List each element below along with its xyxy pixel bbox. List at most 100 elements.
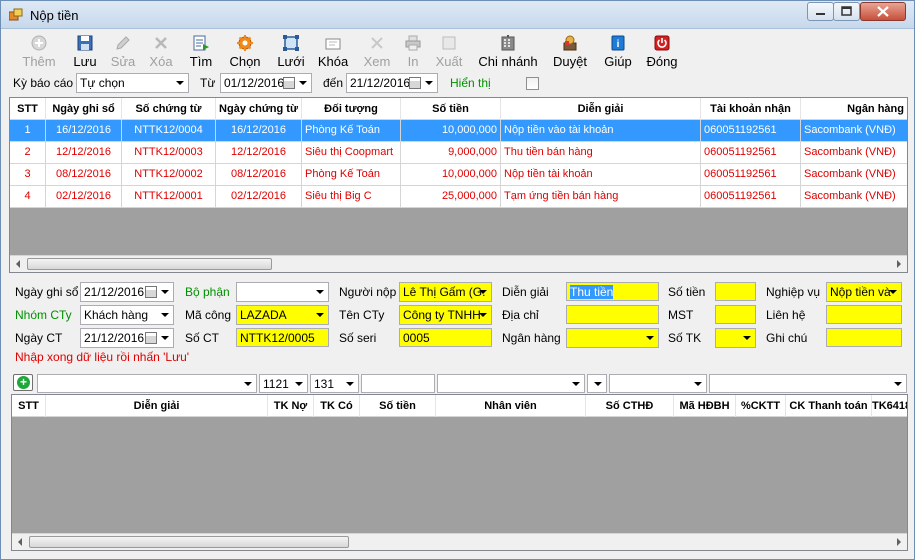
col-bank[interactable]: Ngân hàng [801,98,907,120]
col-doc-date[interactable]: Ngày chứng từ [216,98,302,120]
edit-button[interactable]: Sửa [107,31,139,71]
delete-icon [155,37,167,49]
chevron-down-icon [161,336,169,340]
col-description[interactable]: Diễn giải [46,395,268,417]
close-window-button[interactable] [860,2,906,21]
help-button[interactable]: i Giúp [601,31,635,71]
detail-grid-hscroll[interactable] [12,533,907,550]
col-amount[interactable]: Số tiền [401,98,501,120]
detail-extra-select[interactable] [709,374,907,393]
table-row[interactable]: 1 16/12/2016 NTTK12/0004 16/12/2016 Phòn… [10,120,907,142]
save-button[interactable]: Lưu [69,31,101,71]
scroll-left-icon[interactable] [18,538,22,546]
lock-button[interactable]: Khóa [315,31,351,71]
minimize-button[interactable] [807,2,834,21]
col-posting-date[interactable]: Ngày ghi sổ [46,98,122,120]
col-tk6418[interactable]: TK6418 [872,395,907,417]
company-code-select[interactable]: LAZADA [236,305,329,325]
serial-input[interactable]: 0005 [399,328,492,347]
cell-description: Nộp tiền vào tài khoản [501,120,701,142]
scroll-right-icon[interactable] [897,538,901,546]
description-input[interactable]: Thu tiền [566,282,659,301]
invoice-no-select[interactable] [587,374,607,393]
payer-select[interactable]: Lê Thị Gấm (G. [399,282,492,302]
col-credit-account[interactable]: TK Có [314,395,360,417]
col-stt[interactable]: STT [12,395,46,417]
tax-code-input[interactable] [715,305,756,324]
employee-select[interactable] [437,374,585,393]
close-button[interactable]: Đóng [643,31,681,71]
bank-select[interactable] [566,328,659,348]
table-row[interactable]: 3 08/12/2016 NTTK12/0002 08/12/2016 Phòn… [10,164,907,186]
add-detail-button[interactable]: + [13,374,33,391]
from-label: Từ [200,76,216,90]
scroll-right-icon[interactable] [897,260,901,268]
col-description[interactable]: Diễn giải [501,98,701,120]
show-checkbox[interactable] [526,77,539,90]
department-select[interactable] [236,282,329,302]
view-button[interactable]: Xem [361,31,393,71]
add-button[interactable]: Thêm [17,31,61,71]
col-stt[interactable]: STT [10,98,46,120]
grid-button-label: Lưới [277,54,305,69]
grid-button[interactable]: Lưới [273,31,309,71]
export-button[interactable]: Xuất [433,31,465,71]
approve-button[interactable]: Duyệt [551,31,589,71]
debit-account-select[interactable]: 1121 [259,374,308,393]
col-amount[interactable]: Số tiền [360,395,436,417]
detail-description-select[interactable] [37,374,257,393]
company-name-select[interactable]: Công ty TNHH [399,305,492,325]
col-discount-percent[interactable]: %CKTT [736,395,786,417]
maximize-button[interactable] [833,2,860,21]
account-no-select[interactable] [715,328,756,348]
scroll-left-icon[interactable] [16,260,20,268]
col-employee[interactable]: Nhân viên [436,395,586,417]
col-debit-account[interactable]: TK Nợ [268,395,314,417]
sales-contract-select[interactable] [609,374,707,393]
col-payment-discount[interactable]: CK Thanh toán [786,395,872,417]
address-input[interactable] [566,305,659,324]
print-button[interactable]: In [401,31,425,71]
col-doc-number[interactable]: Số chứng từ [122,98,216,120]
chevron-down-icon [694,382,702,386]
delete-button[interactable]: Xóa [145,31,177,71]
scroll-thumb[interactable] [29,536,349,548]
posting-date-picker[interactable]: 21/12/2016 [80,282,174,302]
calendar-icon [145,332,157,344]
department-label: Bộ phận [185,285,230,299]
doc-no-input[interactable]: NTTK12/0005 [236,328,329,347]
from-date-picker[interactable]: 01/12/2016 [220,73,312,93]
branch-button[interactable]: Chi nhánh [477,31,539,71]
find-button[interactable]: Tìm [185,31,217,71]
credit-account-select[interactable]: 131 [310,374,359,393]
amount-input[interactable] [715,282,756,301]
col-receiving-account[interactable]: Tài khoản nhận [701,98,801,120]
posting-date-label: Ngày ghi sổ [15,285,79,299]
doc-date-picker[interactable]: 21/12/2016 [80,328,174,348]
main-grid-hscroll[interactable] [10,255,907,272]
operation-select[interactable]: Nộp tiền và [826,282,902,302]
detail-amount-input[interactable] [361,374,435,393]
period-select[interactable]: Tự chọn [76,73,189,93]
title-bar[interactable]: Nộp tiền [1,1,914,29]
scroll-thumb[interactable] [27,258,272,270]
window-title: Nộp tiền [30,8,79,23]
col-invoice-no[interactable]: Số CTHĐ [586,395,674,417]
serial-value: 0005 [403,331,430,345]
col-sales-contract[interactable]: Mã HĐBH [674,395,736,417]
select-button[interactable]: Chọn [225,31,265,71]
save-button-label: Lưu [73,54,97,69]
doc-no-label: Số CT [185,331,220,345]
col-subject[interactable]: Đối tượng [302,98,401,120]
save-icon [77,35,93,51]
payer-label: Người nộp [339,285,397,299]
doc-no-value: NTTK12/0005 [240,331,315,345]
contact-input[interactable] [826,305,902,324]
to-date-picker[interactable]: 21/12/2016 [346,73,438,93]
table-row[interactable]: 4 02/12/2016 NTTK12/0001 02/12/2016 Siêu… [10,186,907,208]
table-row[interactable]: 2 12/12/2016 NTTK12/0003 12/12/2016 Siêu… [10,142,907,164]
to-label: đến [323,76,344,90]
printer-icon [405,35,421,51]
company-group-select[interactable]: Khách hàng [80,305,174,325]
note-input[interactable] [826,328,902,347]
